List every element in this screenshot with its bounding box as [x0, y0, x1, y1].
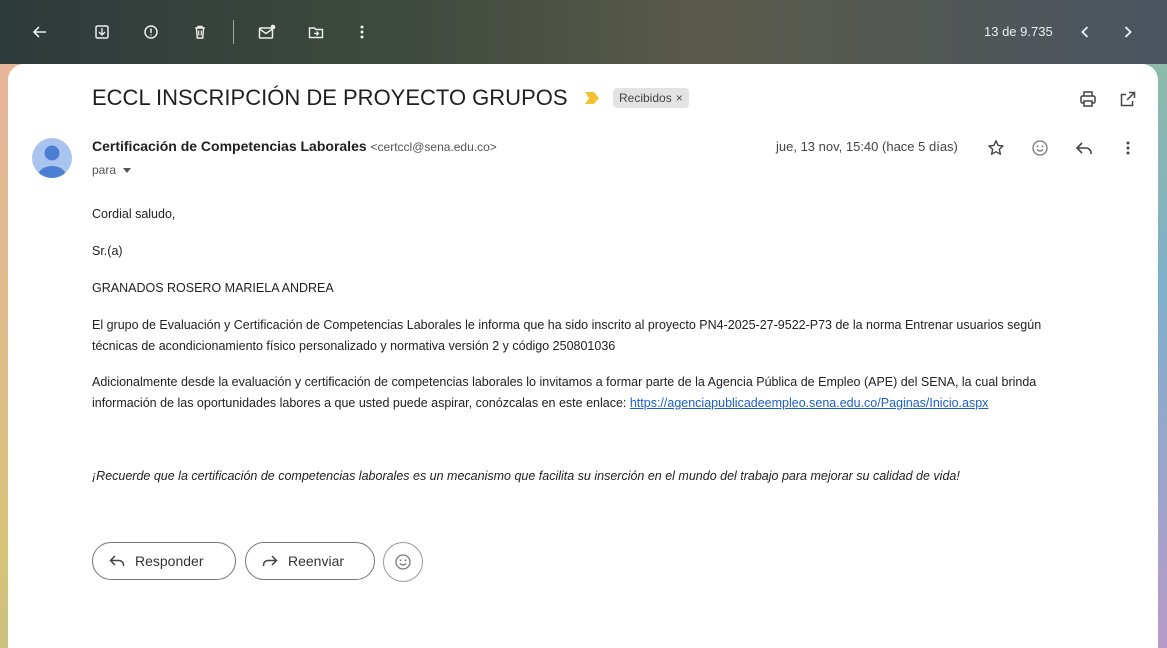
body-p1-line1: El grupo de Evaluación y Certificación d… [92, 318, 1042, 332]
important-marker-icon[interactable] [585, 92, 599, 104]
forward-button[interactable]: Reenviar [245, 542, 375, 580]
message-counter: 13 de 9.735 [984, 24, 1053, 39]
trash-icon[interactable] [184, 16, 216, 48]
body-salutation: Sr.(a) [92, 244, 123, 258]
label-inbox-text: Recibidos [619, 91, 672, 105]
body-p2-line2: información de las oportunidades labores… [92, 396, 630, 410]
more-vert-icon[interactable] [346, 16, 378, 48]
body-p1-line2: técnicas de acondicionamiento físico per… [92, 339, 616, 353]
message-date: jue, 13 nov, 15:40 (hace 5 días) [776, 139, 958, 154]
body-paragraph-2: Adicionalmente desde la evaluación y cer… [92, 372, 1152, 414]
archive-icon[interactable] [86, 16, 118, 48]
star-icon[interactable] [984, 136, 1008, 160]
body-closing: ¡Recuerde que la certificación de compet… [92, 469, 960, 483]
emoji-smile-icon [394, 553, 412, 571]
ape-link[interactable]: https://agenciapublicadeempleo.sena.edu.… [630, 396, 989, 410]
sender-line: Certificación de Competencias Laborales … [92, 138, 497, 154]
open-new-window-icon[interactable] [1116, 87, 1140, 111]
sender-avatar[interactable] [32, 138, 72, 178]
recipients-toggle[interactable]: para [92, 163, 132, 177]
label-remove-icon[interactable]: × [676, 88, 683, 108]
body-p2-line2-wrap: información de las oportunidades labores… [92, 393, 1152, 414]
sender-name[interactable]: Certificación de Competencias Laborales [92, 138, 367, 154]
recipients-label: para [92, 163, 117, 177]
forward-button-label: Reenviar [288, 553, 345, 569]
print-icon[interactable] [1076, 87, 1100, 111]
caret-down-icon[interactable] [123, 163, 132, 177]
newer-chevron-left-icon[interactable] [1069, 16, 1101, 48]
reply-button[interactable]: Responder [92, 542, 236, 580]
body-greeting: Cordial saludo, [92, 207, 176, 221]
label-inbox-chip[interactable]: Recibidos × [613, 88, 689, 108]
emoji-reaction-button[interactable] [383, 542, 423, 582]
move-to-folder-icon[interactable] [300, 16, 332, 48]
reply-button-label: Responder [135, 553, 204, 569]
toolbar: 13 de 9.735 [0, 0, 1167, 64]
body-p2-line1: Adicionalmente desde la evaluación y cer… [92, 375, 1037, 389]
body-paragraph-1: El grupo de Evaluación y Certificación d… [92, 315, 1152, 357]
emoji-reaction-icon[interactable] [1028, 136, 1052, 160]
message-subject: ECCL INSCRIPCIÓN DE PROYECTO GRUPOS [92, 85, 568, 110]
reply-icon[interactable] [1072, 136, 1096, 160]
reply-button-icon [109, 554, 125, 568]
message-more-vert-icon[interactable] [1116, 136, 1140, 160]
older-chevron-right-icon[interactable] [1112, 16, 1144, 48]
body-recipient: GRANADOS ROSERO MARIELA ANDREA [92, 281, 334, 295]
mark-unread-icon[interactable] [251, 16, 283, 48]
toolbar-divider [233, 20, 234, 44]
report-spam-icon[interactable] [135, 16, 167, 48]
back-arrow-icon[interactable] [24, 16, 56, 48]
forward-button-icon [262, 554, 278, 568]
sender-email: <certccl@sena.edu.co> [370, 140, 497, 154]
